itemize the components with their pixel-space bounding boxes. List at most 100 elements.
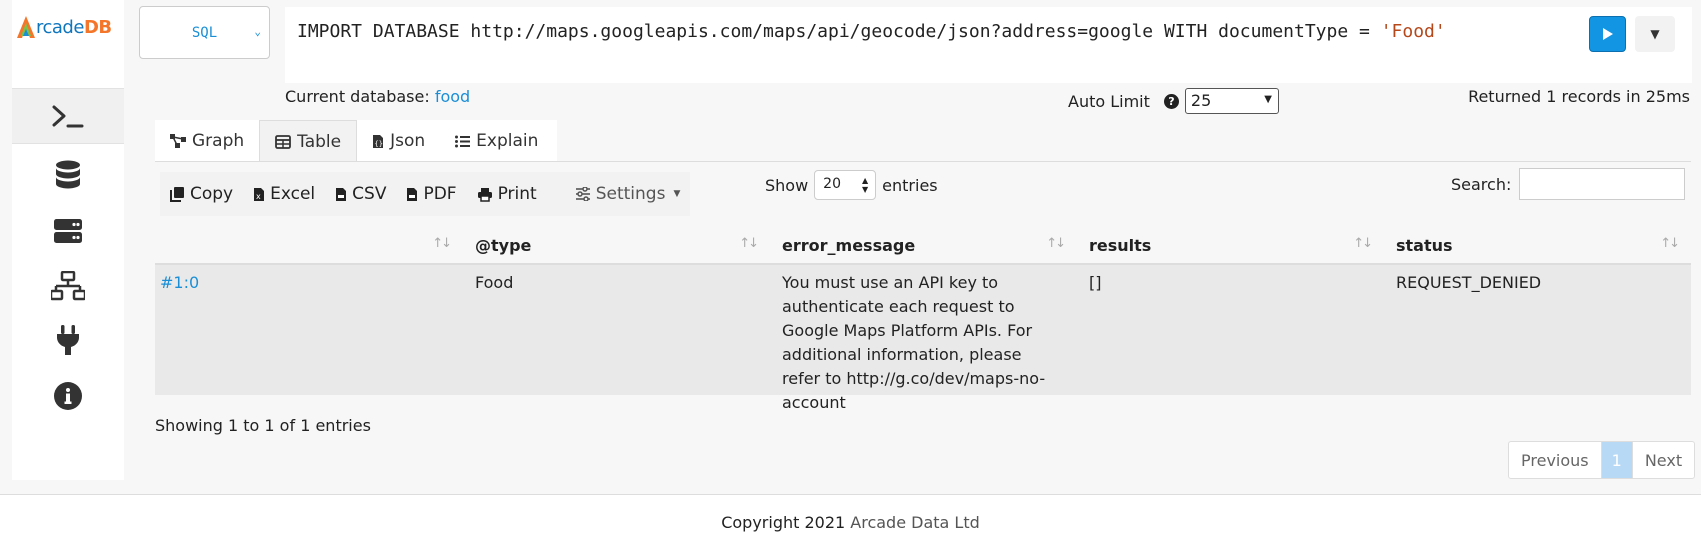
sliders-icon <box>575 187 590 201</box>
cell-error-message: You must use an API key to authenticate … <box>782 273 1046 412</box>
svg-text:x: x <box>256 192 261 201</box>
table-icon <box>275 134 292 149</box>
query-text: IMPORT DATABASE http://maps.googleapis.c… <box>297 21 1381 42</box>
chevron-down-icon: ▼ <box>1650 27 1660 41</box>
tab-table[interactable]: Table <box>259 120 358 162</box>
csv-label: CSV <box>352 184 387 204</box>
tab-explain-label: Explain <box>476 131 539 151</box>
settings-label: Settings <box>595 184 666 204</box>
run-query-button[interactable] <box>1589 16 1626 52</box>
tab-graph[interactable]: Graph <box>155 120 259 162</box>
server-icon <box>54 219 82 243</box>
table-header: ↑↓ @type ↑↓ error_message ↑↓ results ↑↓ sta… <box>155 229 1691 265</box>
previous-page-button[interactable]: Previous <box>1509 442 1602 478</box>
chevron-down-icon: ⌄ <box>254 25 261 38</box>
tab-explain[interactable]: Explain <box>440 120 553 162</box>
sidebar-item-info[interactable] <box>12 368 124 424</box>
pdf-label: PDF <box>423 184 457 204</box>
chevron-down-icon: ▼ <box>1264 94 1272 105</box>
query-string-literal: 'Food' <box>1380 21 1446 42</box>
company-link[interactable]: Arcade Data Ltd <box>850 513 980 532</box>
sort-icon: ↑↓ <box>1353 236 1373 251</box>
cell-type: Food <box>475 273 514 292</box>
auto-limit: Auto Limit ? 25 ▼ <box>1068 88 1279 114</box>
auto-limit-label: Auto Limit <box>1068 91 1150 111</box>
current-page-button[interactable]: 1 <box>1601 442 1632 478</box>
settings-dropdown-button[interactable]: Settings ▼ <box>565 172 691 216</box>
print-button[interactable]: Print <box>467 172 547 216</box>
sidebar-item-query[interactable] <box>12 88 124 144</box>
list-icon <box>455 135 471 147</box>
column-header-results[interactable]: results ↑↓ <box>1076 229 1383 263</box>
plug-icon <box>57 325 79 355</box>
language-value: SQL <box>191 24 218 41</box>
language-select[interactable]: SQL ⌄ <box>139 6 270 59</box>
search-label: Search: <box>1451 174 1512 194</box>
entries-per-page-select[interactable]: 20 ▲ ▼ <box>814 170 877 200</box>
help-icon[interactable]: ? <box>1163 93 1179 109</box>
entries-label: entries <box>882 175 938 195</box>
sidebar-item-plugins[interactable] <box>12 312 124 368</box>
copy-button[interactable]: Copy <box>160 172 243 216</box>
current-database-link[interactable]: food <box>435 87 470 106</box>
tab-json-label: Json <box>390 131 426 151</box>
next-page-button[interactable]: Next <box>1631 442 1694 478</box>
cell-status: REQUEST_DENIED <box>1396 273 1542 292</box>
database-icon <box>56 160 80 189</box>
entries-value: 20 <box>823 176 841 192</box>
search-input[interactable] <box>1519 168 1686 200</box>
column-header-status[interactable]: status ↑↓ <box>1383 229 1690 263</box>
sidebar-item-server[interactable] <box>12 203 124 259</box>
excel-label: Excel <box>270 184 316 204</box>
show-label: Show <box>765 175 809 195</box>
json-file-icon: {} <box>373 134 384 148</box>
tab-json[interactable]: {} Json <box>357 120 440 162</box>
svg-text:{}: {} <box>375 140 383 148</box>
sidebar-item-database[interactable] <box>12 147 124 203</box>
table-row: #1:0 Food You must use an API key to aut… <box>155 265 1691 412</box>
pdf-button[interactable]: PDF <box>396 172 466 216</box>
current-database: Current database: food <box>285 87 470 106</box>
updown-icon: ▲ ▼ <box>862 176 869 194</box>
caret-down-icon: ▼ <box>673 189 681 199</box>
sidebar: rcadeDB <box>12 0 124 480</box>
excel-button[interactable]: x Excel <box>243 172 325 216</box>
cell-results: [] <box>1089 273 1102 292</box>
logo[interactable]: rcadeDB <box>16 12 126 42</box>
copy-label: Copy <box>190 184 234 204</box>
auto-limit-select[interactable]: 25 ▼ <box>1184 88 1279 114</box>
sort-icon: ↑↓ <box>1046 236 1066 251</box>
column-header-type[interactable]: @type ↑↓ <box>462 229 769 263</box>
pagination: Previous 1 Next <box>1508 441 1696 479</box>
graph-icon <box>170 134 186 148</box>
arcadedb-logo-icon <box>17 16 35 38</box>
csv-file-icon <box>336 187 347 201</box>
record-rid-link[interactable]: #1:0 <box>155 265 462 395</box>
play-icon <box>1602 28 1613 40</box>
network-icon <box>51 271 85 301</box>
column-header-error-message[interactable]: error_message ↑↓ <box>769 229 1076 263</box>
show-entries: Show 20 ▲ ▼ entries <box>765 170 938 200</box>
current-database-label: Current database: <box>285 87 430 106</box>
terminal-icon <box>52 105 84 128</box>
page-footer: Copyright 2021 Arcade Data Ltd <box>0 494 1701 550</box>
table-info: Showing 1 to 1 of 1 entries <box>155 416 371 435</box>
info-icon <box>54 382 82 410</box>
excel-file-icon: x <box>254 187 265 201</box>
table-search: Search: <box>1451 168 1686 200</box>
query-editor[interactable]: IMPORT DATABASE http://maps.googleapis.c… <box>285 7 1692 83</box>
sidebar-item-cluster[interactable] <box>12 258 124 314</box>
copyright-text: Copyright 2021 <box>721 513 851 532</box>
tabs-divider <box>155 161 1691 162</box>
print-label: Print <box>497 184 537 204</box>
csv-button[interactable]: CSV <box>325 172 396 216</box>
pdf-file-icon <box>407 187 418 201</box>
history-dropdown-button[interactable]: ▼ <box>1635 16 1675 52</box>
export-toolbar: Copy x Excel CSV PDF Print Settings ▼ <box>160 172 690 216</box>
returned-summary: Returned 1 records in 25ms <box>1468 87 1690 106</box>
result-tabs: Graph Table {} Json Explain <box>155 120 557 162</box>
column-header-rid[interactable]: ↑↓ <box>155 229 462 263</box>
tab-table-label: Table <box>297 131 342 152</box>
auto-limit-value: 25 <box>1190 91 1212 110</box>
printer-icon <box>477 187 492 202</box>
